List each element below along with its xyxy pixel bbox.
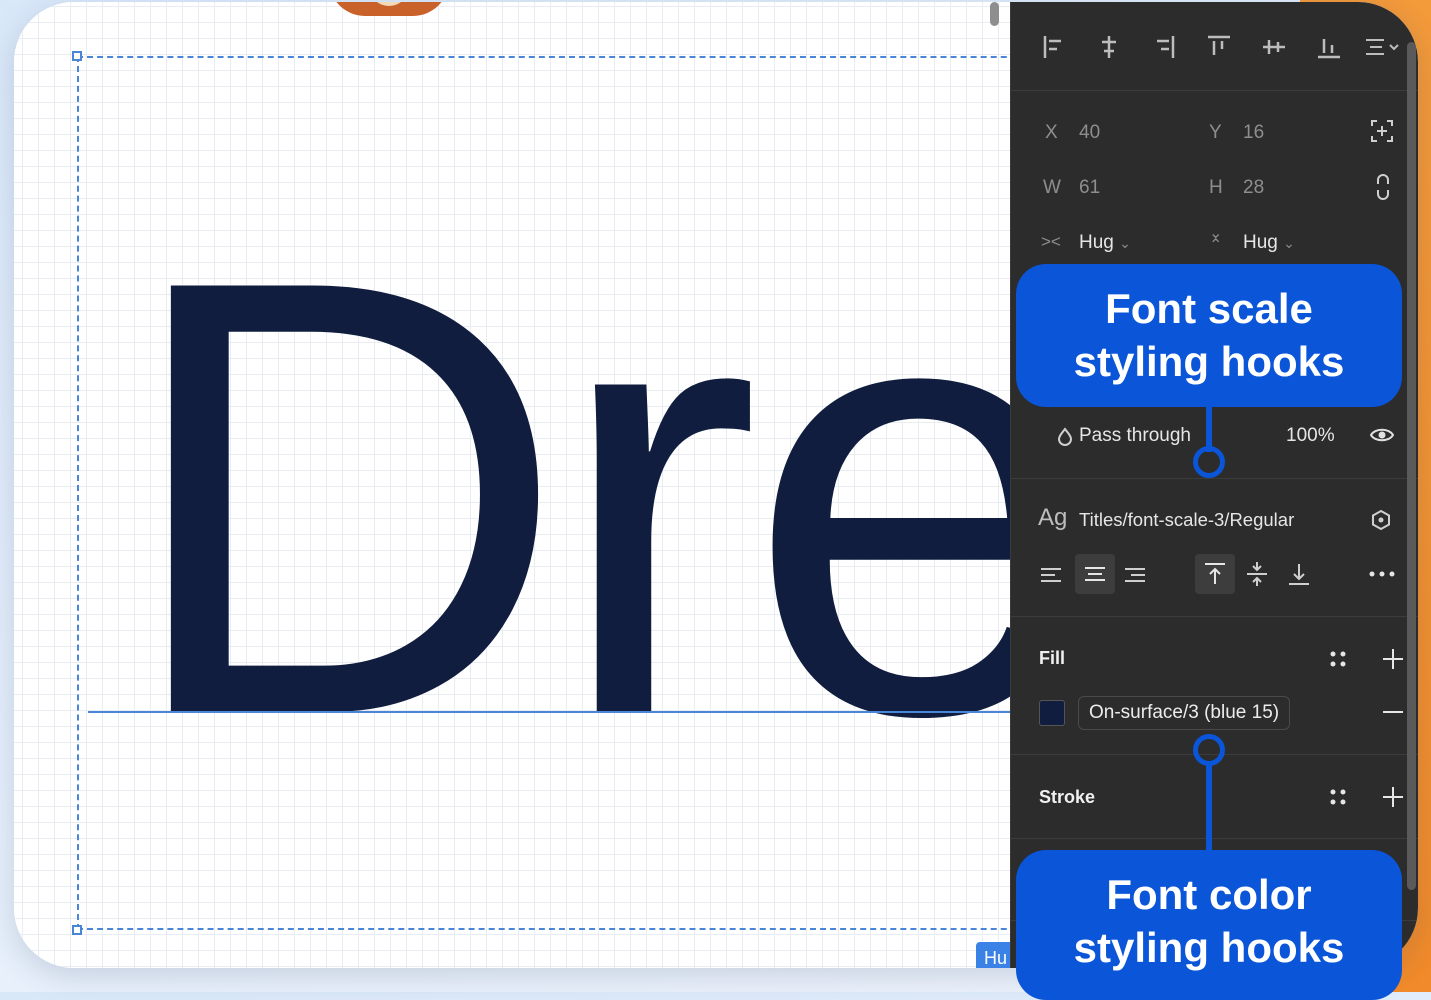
fill-styles-icon[interactable] [1327, 648, 1349, 670]
x-label: X [1045, 122, 1058, 143]
text-style-icon: Ag [1038, 504, 1068, 531]
text-align-right-icon[interactable] [1121, 562, 1149, 588]
vertical-align-middle-icon[interactable] [1243, 560, 1271, 588]
callout-font-scale-line1: Font scale [1105, 285, 1313, 332]
y-label: Y [1209, 122, 1222, 143]
properties-panel: X 40 Y 16 W 61 H 28 >< Hug ⌄ ⌄ ⌃ Hug ⌄ Pa… [1010, 2, 1418, 968]
align-right-icon[interactable] [1147, 30, 1181, 64]
constrain-proportions-icon[interactable] [1373, 173, 1393, 201]
text-align-left-icon[interactable] [1037, 562, 1065, 588]
resize-handle-bottom-left[interactable] [72, 925, 82, 935]
align-horizontal-center-icon[interactable] [1092, 30, 1126, 64]
divider [1011, 838, 1418, 839]
w-label: W [1043, 177, 1061, 198]
absolute-position-icon[interactable] [1369, 118, 1395, 144]
stroke-styles-icon[interactable] [1327, 786, 1349, 808]
vertical-align-top-icon [1205, 563, 1225, 584]
horizontal-resizing-select[interactable]: Hug ⌄ [1079, 232, 1131, 254]
callout-font-color-line1: Font color [1106, 871, 1312, 918]
callout-font-color: Font color styling hooks [1016, 850, 1402, 1000]
callout-anchor-top [1193, 446, 1225, 478]
distribute-menu-icon[interactable] [1362, 30, 1406, 64]
add-fill-icon[interactable] [1381, 647, 1405, 671]
align-bottom-icon[interactable] [1312, 30, 1346, 64]
eye-icon[interactable] [1369, 424, 1395, 446]
stroke-section-title: Stroke [1039, 787, 1096, 807]
callout-font-scale: Font scale styling hooks [1016, 264, 1402, 407]
align-left-icon[interactable] [1037, 30, 1071, 64]
callout-connector-bottom [1206, 764, 1212, 856]
vertical-align-bottom-icon[interactable] [1285, 560, 1313, 588]
divider [1011, 616, 1418, 617]
fill-color-swatch[interactable] [1039, 700, 1065, 726]
panel-scrollbar[interactable] [1407, 42, 1416, 890]
blend-mode-select[interactable]: Pass through [1079, 425, 1191, 447]
mascot-illustration [329, 2, 449, 16]
vertical-resize-icon: ⌄ ⌃ [1209, 225, 1223, 254]
callout-font-color-line2: styling hooks [1073, 924, 1345, 971]
canvas-scrollbar[interactable] [990, 2, 999, 26]
style-component-icon[interactable] [1369, 508, 1393, 532]
x-input[interactable]: 40 [1079, 122, 1100, 144]
align-top-icon[interactable] [1202, 30, 1236, 64]
callout-connector-top [1206, 400, 1212, 452]
text-style-name[interactable]: Titles/font-scale-3/Regular [1079, 509, 1294, 531]
add-stroke-icon[interactable] [1381, 785, 1405, 809]
callout-font-scale-line2: styling hooks [1073, 338, 1345, 385]
horizontal-resize-icon: >< [1041, 232, 1061, 251]
align-vertical-center-icon[interactable] [1257, 30, 1291, 64]
horizontal-resizing-value: Hug [1079, 232, 1114, 253]
w-input[interactable]: 61 [1079, 177, 1100, 199]
blend-drop-icon [1057, 427, 1073, 446]
chevron-down-icon: ⌄ [1283, 235, 1295, 251]
vertical-resizing-value: Hug [1243, 232, 1278, 253]
alignment-toolbar [1011, 30, 1418, 70]
vertical-resizing-select[interactable]: Hug ⌄ [1243, 232, 1295, 254]
fill-section-title: Fill [1039, 648, 1065, 668]
opacity-input[interactable]: 100% [1286, 425, 1335, 447]
divider [1011, 90, 1418, 91]
more-options-icon[interactable] [1367, 564, 1397, 584]
remove-fill-icon[interactable] [1381, 702, 1405, 722]
resize-handle-top-left[interactable] [72, 51, 82, 61]
callout-anchor-bottom [1193, 734, 1225, 766]
text-align-center-icon [1085, 567, 1105, 581]
divider [1011, 478, 1418, 479]
fill-token-pill[interactable]: On-surface/3 (blue 15) [1078, 696, 1291, 730]
h-input[interactable]: 28 [1243, 177, 1264, 199]
design-canvas[interactable]: Dre Hu [14, 2, 1091, 968]
y-input[interactable]: 16 [1243, 122, 1264, 144]
h-label: H [1209, 177, 1223, 198]
chevron-down-icon: ⌄ [1119, 235, 1131, 251]
selection-box[interactable] [77, 56, 1067, 930]
